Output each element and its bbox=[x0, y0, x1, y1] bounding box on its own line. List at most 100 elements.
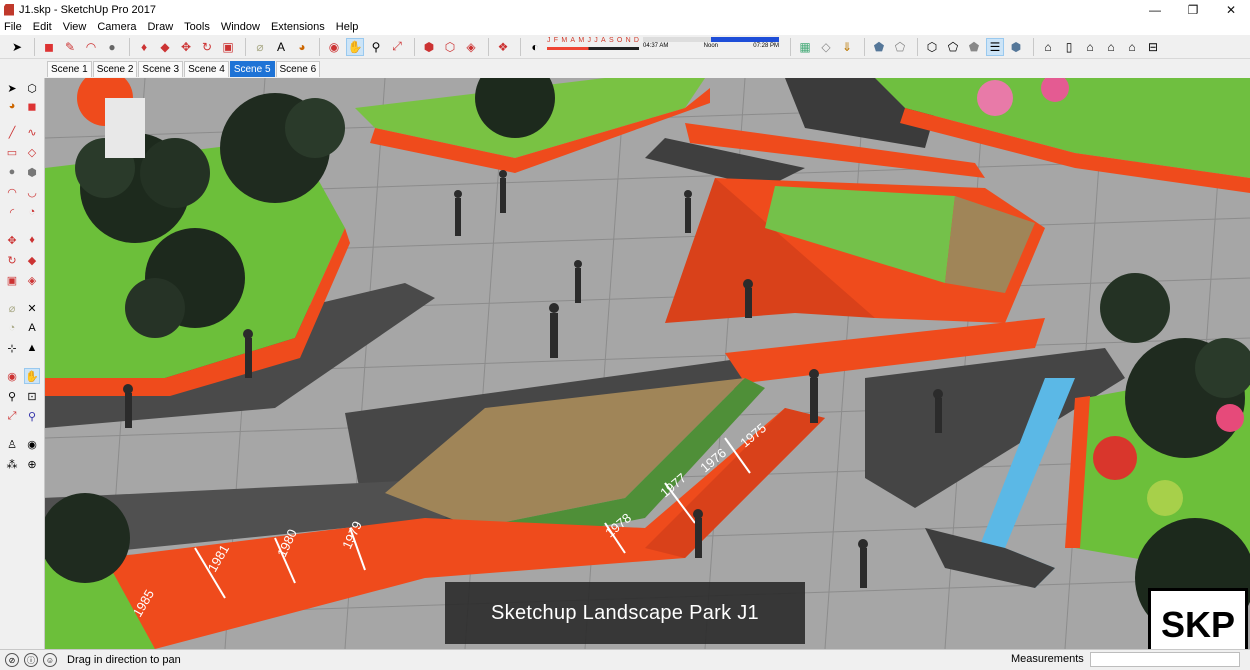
geo-location-icon[interactable]: ⊘ bbox=[5, 653, 19, 667]
pencil-tool-icon[interactable]: ✎ bbox=[61, 38, 79, 56]
right-view-icon[interactable]: ⌂ bbox=[1102, 38, 1120, 56]
minimize-button[interactable]: — bbox=[1136, 0, 1174, 19]
monochrome-style-icon[interactable]: ⬢ bbox=[1007, 38, 1025, 56]
maximize-button[interactable]: ❐ bbox=[1174, 0, 1212, 19]
shadow-time-slider[interactable]: 04:37 AM Noon 07:28 PM bbox=[643, 36, 779, 57]
iso-view-icon[interactable]: ⌂ bbox=[1039, 38, 1057, 56]
text-tool-icon[interactable]: A bbox=[272, 38, 290, 56]
rotate-tool-icon[interactable]: ↻ bbox=[198, 38, 216, 56]
walk-tool-icon[interactable]: ⁂ bbox=[4, 456, 20, 472]
zoom-extents-icon[interactable]: ⤢ bbox=[4, 408, 20, 424]
move-tool-icon[interactable]: ✥ bbox=[177, 38, 195, 56]
orbit-tool-icon[interactable]: ◉ bbox=[4, 368, 20, 384]
section-cut-icon[interactable]: ⇓ bbox=[838, 38, 856, 56]
freehand-tool-icon[interactable]: ∿ bbox=[24, 124, 40, 140]
hidden-line-style-icon[interactable]: ⬠ bbox=[944, 38, 962, 56]
warehouse-icon[interactable]: ⬢ bbox=[420, 38, 438, 56]
shadow-toggle-icon[interactable]: ◐ bbox=[526, 38, 544, 56]
shape-tool-icon[interactable]: ● bbox=[103, 38, 121, 56]
position-camera-icon[interactable]: ♙ bbox=[4, 436, 20, 452]
scale-tool-icon[interactable]: ▣ bbox=[4, 272, 20, 288]
month-label: J bbox=[594, 36, 598, 44]
menu-file[interactable]: File bbox=[4, 21, 22, 33]
paint-bucket-icon[interactable]: ◕ bbox=[293, 38, 311, 56]
circle-tool-icon[interactable]: ● bbox=[4, 164, 20, 180]
look-around-icon[interactable]: ◉ bbox=[24, 436, 40, 452]
close-button[interactable]: ✕ bbox=[1212, 0, 1250, 19]
shaded-textures-style-icon[interactable]: ☰ bbox=[986, 37, 1004, 56]
tape-measure-icon[interactable]: ⌀ bbox=[251, 38, 269, 56]
section-display-icon[interactable]: ◇ bbox=[817, 38, 835, 56]
3d-text-icon[interactable]: ▲ bbox=[24, 340, 40, 356]
protractor-icon[interactable]: ◔ bbox=[4, 320, 20, 336]
menu-extensions[interactable]: Extensions bbox=[271, 21, 325, 33]
user-account-icon[interactable]: ☺ bbox=[43, 653, 57, 667]
menu-tools[interactable]: Tools bbox=[184, 21, 210, 33]
menu-window[interactable]: Window bbox=[221, 21, 260, 33]
credits-icon[interactable]: ⓘ bbox=[24, 653, 38, 667]
make-component-icon[interactable]: ⬡ bbox=[24, 80, 40, 96]
menu-camera[interactable]: Camera bbox=[97, 21, 136, 33]
orbit-tool-icon[interactable]: ◉ bbox=[325, 38, 343, 56]
zoom-tool-icon[interactable]: ⚲ bbox=[367, 38, 385, 56]
offset-tool-icon[interactable]: ◈ bbox=[24, 272, 40, 288]
tab-scene-2[interactable]: Scene 2 bbox=[92, 61, 138, 77]
previous-view-icon[interactable]: ⚲ bbox=[24, 408, 40, 424]
polygon-tool-icon[interactable]: ⬢ bbox=[24, 164, 40, 180]
extension-warehouse-icon[interactable]: ◈ bbox=[462, 38, 480, 56]
three-point-arc-icon[interactable]: ◜ bbox=[4, 204, 20, 220]
menu-help[interactable]: Help bbox=[336, 21, 359, 33]
top-view-icon[interactable]: ▯ bbox=[1060, 38, 1078, 56]
line-tool-icon[interactable]: ╱ bbox=[4, 124, 20, 140]
section-plane-icon[interactable]: ▦ bbox=[796, 38, 814, 56]
xray-style-icon[interactable]: ⬟ bbox=[870, 38, 888, 56]
tab-scene-4[interactable]: Scene 4 bbox=[184, 61, 229, 77]
paint-bucket-icon[interactable]: ◕ bbox=[4, 98, 20, 114]
section-plane-icon[interactable]: ⊕ bbox=[24, 456, 40, 472]
select-tool-icon[interactable]: ➤ bbox=[8, 38, 26, 56]
follow-me-tool-icon[interactable]: ◆ bbox=[156, 38, 174, 56]
dimension-tool-icon[interactable]: ✕ bbox=[24, 300, 40, 316]
tab-scene-3[interactable]: Scene 3 bbox=[138, 61, 184, 77]
share-model-icon[interactable]: ⬡ bbox=[441, 38, 459, 56]
rotated-rectangle-icon[interactable]: ◇ bbox=[24, 144, 40, 160]
eraser-tool-icon[interactable]: ◼ bbox=[40, 38, 58, 56]
rotate-tool-icon[interactable]: ↻ bbox=[4, 252, 20, 268]
tab-scene-6[interactable]: Scene 6 bbox=[275, 61, 321, 77]
push-pull-tool-icon[interactable]: ♦ bbox=[24, 232, 40, 248]
eraser-tool-icon[interactable]: ◼ bbox=[24, 98, 40, 114]
menu-view[interactable]: View bbox=[63, 21, 87, 33]
ruby-extension-icon[interactable]: ❖ bbox=[494, 38, 512, 56]
measurements-input[interactable] bbox=[1090, 652, 1240, 667]
shadow-month-slider[interactable]: J F M A M J J A S O N D bbox=[547, 37, 639, 57]
pie-tool-icon[interactable]: ◔ bbox=[24, 204, 40, 220]
back-edges-style-icon[interactable]: ⬠ bbox=[891, 38, 909, 56]
arc-tool-icon[interactable]: ◠ bbox=[4, 184, 20, 200]
shaded-style-icon[interactable]: ⬟ bbox=[965, 38, 983, 56]
back-view-icon[interactable]: ⌂ bbox=[1123, 38, 1141, 56]
zoom-tool-icon[interactable]: ⚲ bbox=[4, 388, 20, 404]
model-viewport[interactable]: 1985 1981 1980 1979 1978 1977 1976 1975 bbox=[45, 78, 1250, 649]
arc-tool-icon[interactable]: ◠ bbox=[82, 38, 100, 56]
select-tool-icon[interactable]: ➤ bbox=[4, 80, 20, 96]
two-point-arc-icon[interactable]: ◡ bbox=[24, 184, 40, 200]
zoom-window-icon[interactable]: ⊡ bbox=[24, 388, 40, 404]
axes-tool-icon[interactable]: ⊹ bbox=[4, 340, 20, 356]
tab-scene-1[interactable]: Scene 1 bbox=[47, 61, 92, 77]
tab-scene-5[interactable]: Scene 5 bbox=[229, 61, 275, 77]
scale-tool-icon[interactable]: ▣ bbox=[219, 38, 237, 56]
left-view-icon[interactable]: ⊟ bbox=[1144, 38, 1162, 56]
pan-tool-icon[interactable]: ✋ bbox=[346, 37, 364, 56]
follow-me-tool-icon[interactable]: ◆ bbox=[24, 252, 40, 268]
zoom-extents-icon[interactable]: ⤢ bbox=[388, 38, 406, 56]
menu-draw[interactable]: Draw bbox=[147, 21, 173, 33]
text-tool-icon[interactable]: A bbox=[24, 320, 40, 336]
rectangle-tool-icon[interactable]: ▭ bbox=[4, 144, 20, 160]
front-view-icon[interactable]: ⌂ bbox=[1081, 38, 1099, 56]
tape-measure-icon[interactable]: ⌀ bbox=[4, 300, 20, 316]
menu-edit[interactable]: Edit bbox=[33, 21, 52, 33]
pan-tool-icon[interactable]: ✋ bbox=[24, 368, 40, 384]
move-tool-icon[interactable]: ✥ bbox=[4, 232, 20, 248]
push-pull-tool-icon[interactable]: ♦ bbox=[135, 38, 153, 56]
wireframe-style-icon[interactable]: ⬡ bbox=[923, 38, 941, 56]
